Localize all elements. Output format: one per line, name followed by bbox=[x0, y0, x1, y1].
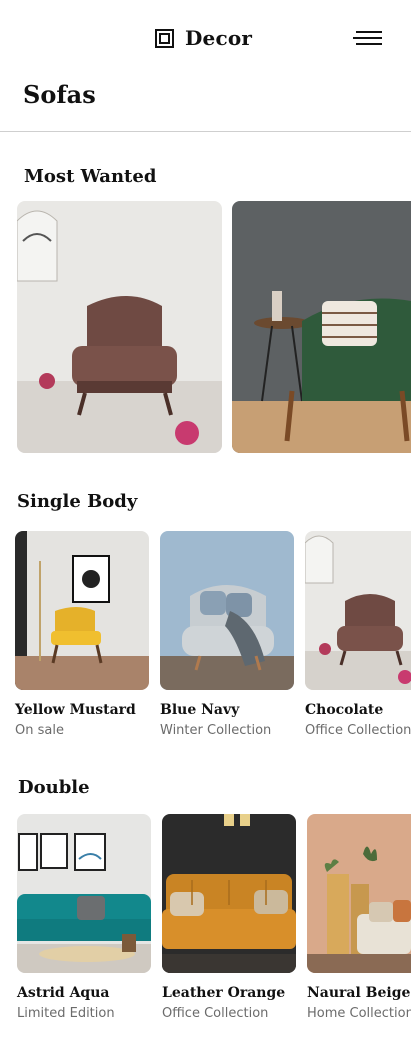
most-wanted-card-2[interactable] bbox=[232, 201, 411, 453]
item-subtitle-leather-orange: Office Collection bbox=[162, 1006, 269, 1021]
header-divider bbox=[0, 131, 411, 132]
single-card-blue-navy[interactable] bbox=[160, 531, 294, 690]
item-subtitle-blue-navy: Winter Collection bbox=[160, 723, 272, 738]
chocolate-chair-image bbox=[305, 531, 411, 690]
item-name-astrid-aqua[interactable]: Astrid Aqua bbox=[17, 985, 109, 1001]
item-name-leather-orange[interactable]: Leather Orange bbox=[162, 985, 285, 1001]
item-subtitle-yellow-mustard: On sale bbox=[15, 723, 64, 738]
single-card-yellow-mustard[interactable] bbox=[15, 531, 149, 690]
app-header: Decor bbox=[0, 0, 411, 76]
section-title-single-body: Single Body bbox=[17, 491, 138, 512]
brand-name: Decor bbox=[185, 26, 253, 50]
aqua-sofa-image bbox=[17, 814, 151, 973]
orange-sofa-image bbox=[162, 814, 296, 973]
beige-sofa-image bbox=[307, 814, 411, 973]
section-title-double: Double bbox=[18, 777, 90, 798]
item-name-chocolate[interactable]: Chocolate bbox=[305, 702, 383, 718]
single-card-chocolate[interactable] bbox=[305, 531, 411, 690]
item-subtitle-naural-beige: Home Collection bbox=[307, 1006, 411, 1021]
armchair-green-image bbox=[232, 201, 411, 453]
brand-logo[interactable]: Decor bbox=[155, 26, 252, 50]
square-logo-icon bbox=[155, 28, 174, 48]
double-card-leather-orange[interactable] bbox=[162, 814, 296, 973]
page-title: Sofas bbox=[23, 80, 96, 109]
item-subtitle-astrid-aqua: Limited Edition bbox=[17, 1006, 115, 1021]
hamburger-menu-icon[interactable] bbox=[353, 30, 382, 48]
double-card-naural-beige[interactable] bbox=[307, 814, 411, 973]
blue-chair-image bbox=[160, 531, 294, 690]
item-name-blue-navy[interactable]: Blue Navy bbox=[160, 702, 239, 718]
armchair-brown-image bbox=[17, 201, 222, 453]
item-name-naural-beige[interactable]: Naural Beige bbox=[307, 985, 410, 1001]
item-subtitle-chocolate: Office Collection bbox=[305, 723, 411, 738]
yellow-chair-image bbox=[15, 531, 149, 690]
double-card-astrid-aqua[interactable] bbox=[17, 814, 151, 973]
section-title-most-wanted: Most Wanted bbox=[24, 166, 157, 187]
item-name-yellow-mustard[interactable]: Yellow Mustard bbox=[15, 702, 136, 718]
most-wanted-card-1[interactable] bbox=[17, 201, 222, 453]
